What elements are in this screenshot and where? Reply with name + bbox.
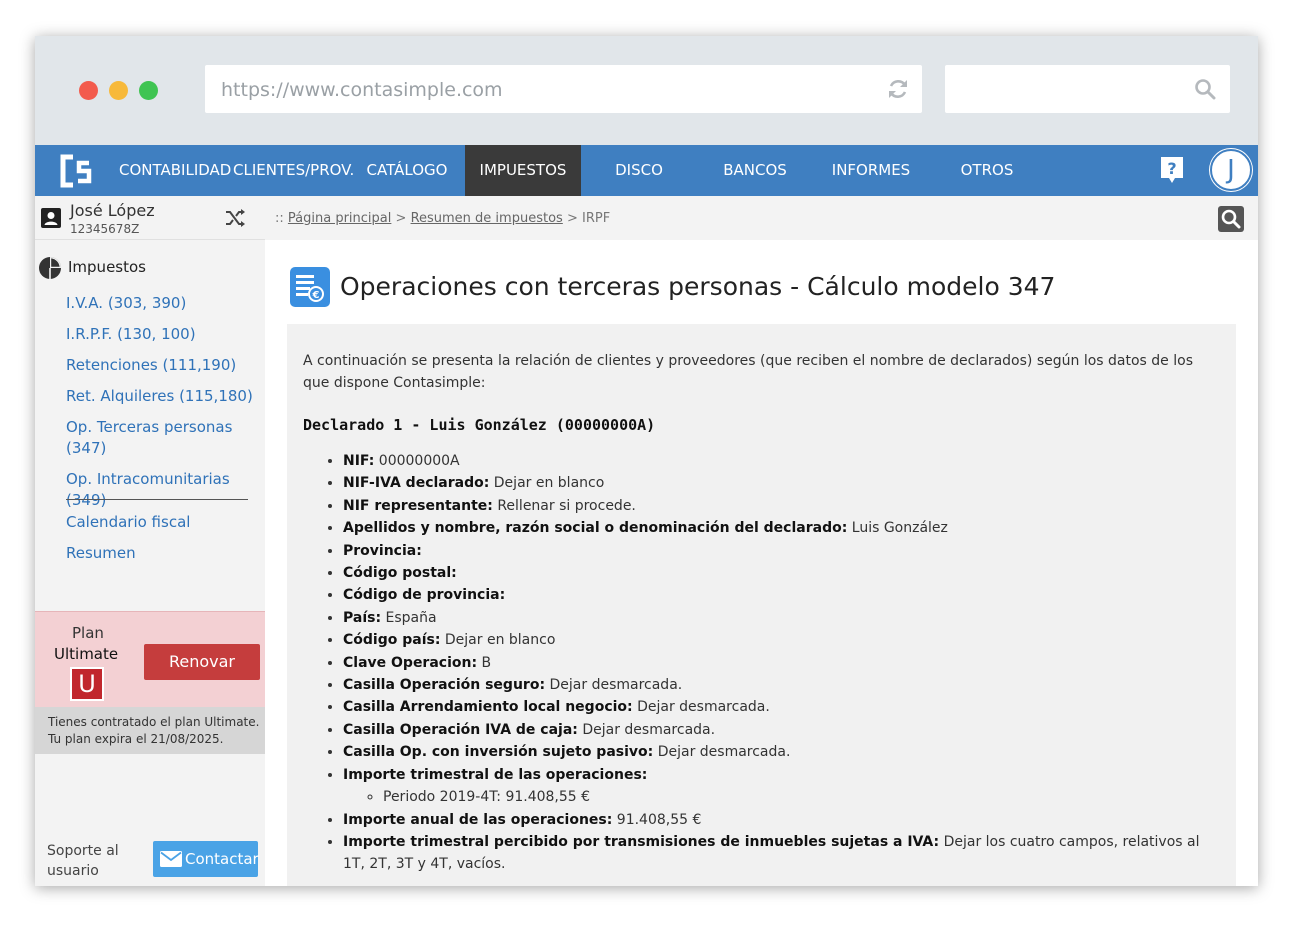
breadcrumb-tax-summary[interactable]: Resumen de impuestos [411,211,563,226]
reload-icon[interactable] [886,77,910,101]
user-selector: José López 12345678Z [35,196,265,240]
sidebar-link-resumen[interactable]: Resumen [66,543,261,564]
list-item: Importe trimestral de las operaciones: P… [343,764,1220,809]
intro-text: A continuación se presenta la relación d… [303,353,1193,391]
browser-window: https://www.contasimple.com CONTABILIDAD… [35,36,1258,886]
address-text: https://www.contasimple.com [221,79,503,101]
maximize-window-button[interactable] [139,81,158,100]
list-item: Casilla Operación IVA de caja: Dejar des… [343,719,1220,741]
close-window-button[interactable] [79,81,98,100]
search-icon[interactable] [1194,78,1216,100]
sidebar-link-iva[interactable]: I.V.A. (303, 390) [66,293,261,314]
plan-info: Tienes contratado el plan Ultimate. Tu p… [35,707,265,754]
list-item: Código país: Dejar en blanco [343,629,1220,651]
main-content: € Operaciones con terceras personas - Cá… [265,240,1258,886]
minimize-window-button[interactable] [109,81,128,100]
nav-otros[interactable]: OTROS [947,145,1027,196]
list-item: Casilla Op. con inversión sujeto pasivo:… [343,741,1220,763]
renew-button[interactable]: Renovar [144,644,260,680]
contasimple-logo[interactable] [57,153,93,189]
list-item: Provincia: [343,540,1220,562]
breadcrumb-prefix: :: [275,211,284,226]
declared-title: Declarado 1 - Luis González (00000000A) [303,416,656,434]
nav-contabilidad[interactable]: CONTABILIDAD [119,145,231,196]
address-bar[interactable]: https://www.contasimple.com [205,65,922,113]
list-item: NIF: 00000000A [343,450,1220,472]
list-item: Importe trimestral percibido por transmi… [343,831,1220,876]
sidebar: José López 12345678Z Impuestos I.V.A. (3… [35,196,265,886]
plan-expiry: Tu plan expira el 21/08/2025. [48,732,224,746]
nav-impuestos[interactable]: IMPUESTOS [465,145,581,196]
nav-clientes-prov[interactable]: CLIENTES/PROV. [233,145,354,196]
plan-label: Plan [72,624,104,642]
nav-disco-virtual[interactable]: DISCO VIRTUAL [585,145,693,230]
list-item: Importe anual de las operaciones: 91.408… [343,809,1220,831]
tax-coins-icon: € [290,267,330,307]
breadcrumb-home[interactable]: Página principal [288,211,391,226]
help-icon[interactable]: ? [1159,155,1185,185]
mail-icon [160,851,182,867]
list-item: Código de provincia: [343,584,1220,606]
list-item: Clave Operacion: B [343,652,1220,674]
contact-label: Contactar [185,850,259,868]
main-nav: CONTABILIDAD CLIENTES/PROV. CATÁLOGO IMP… [35,145,1258,230]
sidebar-link-ret-alquileres[interactable]: Ret. Alquileres (115,180) [66,386,261,407]
breadcrumb-separator: > [566,211,578,226]
list-item: País: España [343,607,1220,629]
quarter-list: Periodo 2019-4T: 91.408,55 € [383,786,1220,808]
user-avatar[interactable]: J [1210,149,1252,191]
list-item: NIF-IVA declarado: Dejar en blanco [343,472,1220,494]
pie-chart-icon [39,257,61,279]
list-item: Casilla Arrendamiento local negocio: Dej… [343,696,1220,718]
declaration-panel: A continuación se presenta la relación d… [287,324,1236,886]
sidebar-link-intracomunitarias[interactable]: Op. Intracomunitarias (349) [66,469,261,511]
sidebar-link-retenciones[interactable]: Retenciones (111,190) [66,355,261,376]
breadcrumb-bar: :: Página principal > Resumen de impuest… [265,196,1258,240]
nav-catalogo[interactable]: CATÁLOGO [361,145,453,196]
support-label: Soporte al usuario [47,843,119,879]
plan-info-line: Tienes contratado el plan Ultimate. [48,715,260,729]
user-card-icon [41,208,61,228]
section-title: Impuestos [68,258,146,276]
plan-name: Ultimate [54,645,119,663]
plan-badge-icon: U [70,667,104,701]
breadcrumb: :: Página principal > Resumen de impuest… [275,211,610,226]
sidebar-link-irpf[interactable]: I.R.P.F. (130, 100) [66,324,261,345]
nav-bancos[interactable]: BANCOS [711,145,799,196]
contact-button[interactable]: Contactar [153,841,259,877]
list-item: Casilla Operación seguro: Dejar desmarca… [343,674,1220,696]
browser-chrome: https://www.contasimple.com [35,36,1258,145]
svg-text:?: ? [1167,159,1176,178]
list-item: Apellidos y nombre, razón social o denom… [343,517,1220,539]
browser-search-field[interactable] [945,65,1230,113]
search-icon[interactable] [1218,206,1244,232]
sidebar-link-terceras-personas[interactable]: Op. Terceras personas (347) [66,417,236,459]
list-item: NIF representante: Rellenar si procede. [343,495,1220,517]
user-id: 12345678Z [70,222,140,236]
switch-company-icon[interactable] [225,208,245,228]
breadcrumb-current: IRPF [582,211,611,226]
list-item: Código postal: [343,562,1220,584]
declared-fields: NIF: 00000000A NIF-IVA declarado: Dejar … [343,450,1220,876]
list-item: Periodo 2019-4T: 91.408,55 € [383,786,1220,808]
page-title: Operaciones con terceras personas - Cálc… [340,272,1056,301]
svg-text:€: € [312,290,320,301]
nav-informes[interactable]: INFORMES [825,145,917,196]
sidebar-divider [66,499,248,500]
breadcrumb-separator: > [395,211,407,226]
user-name: José López [70,201,155,220]
sidebar-link-calendario[interactable]: Calendario fiscal [66,512,261,533]
plan-box: Plan Ultimate U Renovar [35,611,265,707]
